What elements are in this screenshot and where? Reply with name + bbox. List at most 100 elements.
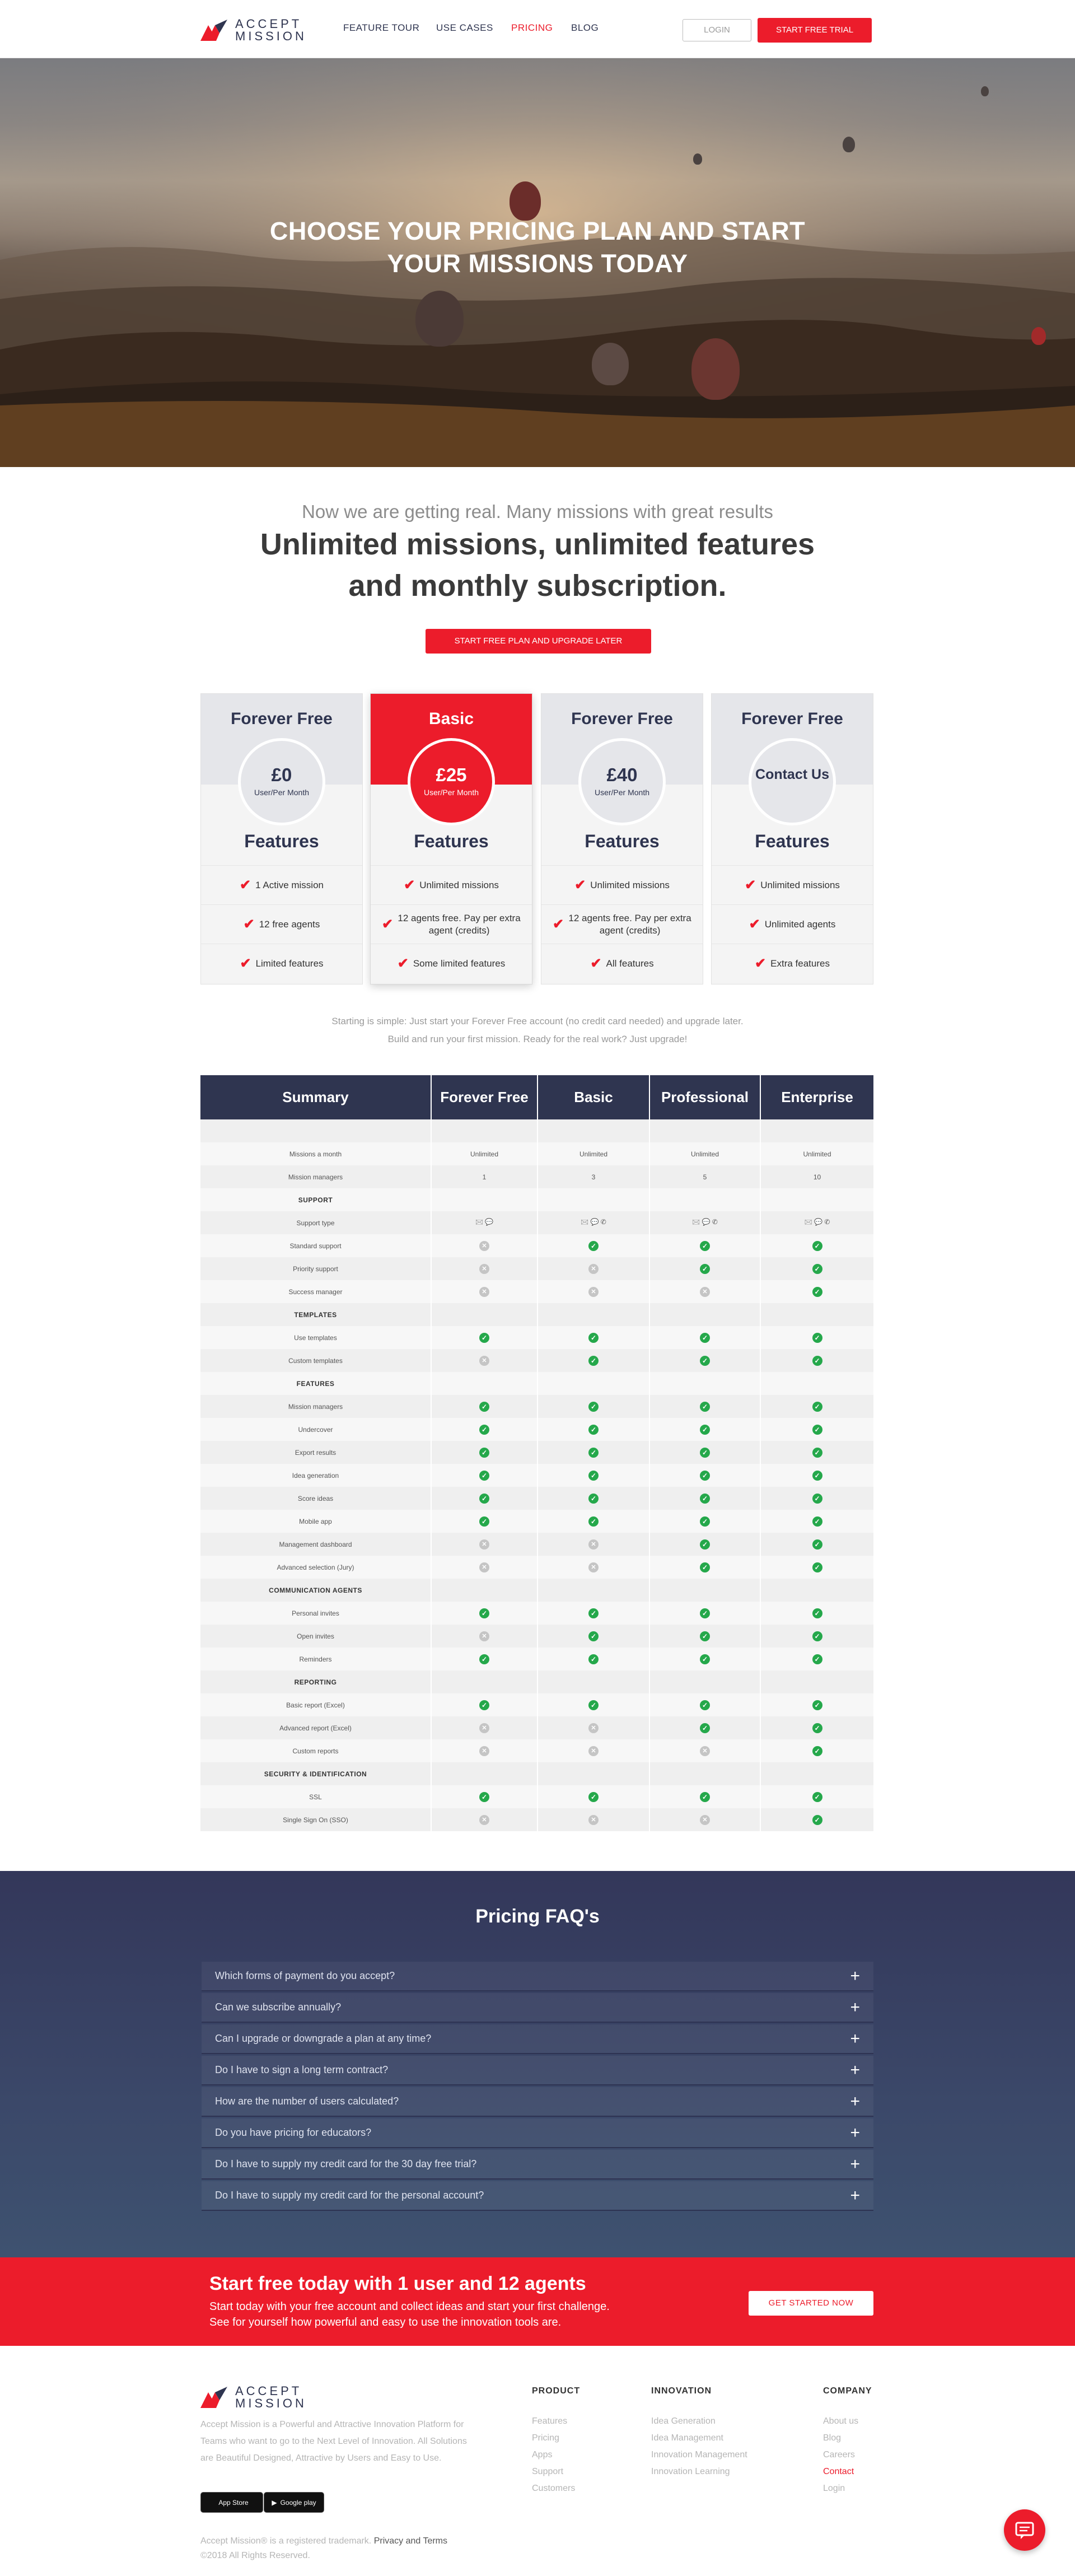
check-circle-icon: ✓ [700, 1608, 710, 1618]
table-cell: ✕ [431, 1280, 538, 1303]
start-free-trial-button[interactable]: START FREE TRIAL [758, 18, 872, 43]
footer-link[interactable]: Innovation Management [651, 2450, 747, 2460]
footer-link[interactable]: Apps [532, 2450, 552, 2460]
footer-link[interactable]: Careers [823, 2450, 855, 2460]
table-cell: ✕ [431, 1234, 538, 1257]
table-row-label: Management dashboard [200, 1533, 432, 1556]
footer-link[interactable]: About us [823, 2416, 858, 2426]
nav-feature-tour[interactable]: FEATURE TOUR [343, 22, 419, 34]
check-circle-icon: ✓ [588, 1654, 599, 1664]
nav-pricing[interactable]: PRICING [511, 22, 553, 34]
table-cell: ✓ [760, 1533, 873, 1556]
check-circle-icon: ✓ [812, 1447, 822, 1458]
plan-card-professional: Forever Free £40 User/Per Month Features… [541, 693, 703, 984]
table-cell [649, 1188, 761, 1211]
table-cell: ✓ [538, 1510, 650, 1533]
footer-link[interactable]: Features [532, 2416, 567, 2426]
table-cell [431, 1188, 538, 1211]
footer-link[interactable]: Idea Management [651, 2433, 723, 2443]
login-button[interactable]: LOGIN [683, 19, 751, 41]
footer-logo[interactable]: ACCEPT MISSION [200, 2385, 307, 2410]
table-cell: ✓ [649, 1556, 761, 1579]
privacy-terms-link[interactable]: Privacy and Terms [374, 2536, 447, 2546]
table-header-professional: Professional [649, 1075, 761, 1119]
faq-item[interactable]: Do I have to supply my credit card for t… [202, 2150, 873, 2180]
faq-item[interactable]: Can we subscribe annually? + [202, 1993, 873, 2023]
faq-item[interactable]: How are the number of users calculated? + [202, 2087, 873, 2117]
table-row: Undercover ✓ ✓ ✓ ✓ [200, 1418, 873, 1441]
table-row: Support type 🖂 💬 🖂 💬 ✆ 🖂 💬 ✆ 🖂 💬 ✆ [200, 1211, 873, 1234]
logo[interactable]: ACCEPT MISSION [200, 18, 307, 43]
table-cell: ✓ [760, 1648, 873, 1670]
plan-name: Forever Free [231, 710, 333, 728]
table-row: Success manager ✕ ✕ ✕ ✓ [200, 1280, 873, 1303]
check-circle-icon: ✓ [812, 1286, 822, 1297]
footer-link[interactable]: Customers [532, 2484, 575, 2494]
logo-line2: MISSION [235, 2396, 307, 2410]
footer-link[interactable]: Login [823, 2484, 845, 2494]
table-row: Open invites ✕ ✓ ✓ ✓ [200, 1625, 873, 1648]
nav-use-cases[interactable]: USE CASES [436, 22, 493, 34]
table-row: Export results ✓ ✓ ✓ ✓ [200, 1441, 873, 1464]
check-circle-icon: ✓ [700, 1332, 710, 1343]
table-cell: ✕ [538, 1716, 650, 1739]
check-circle-icon: ✓ [812, 1562, 822, 1572]
plan-contact-us[interactable]: Contact Us [751, 766, 833, 783]
faq-item[interactable]: Do I have to sign a long term contract? + [202, 2056, 873, 2085]
table-row-label [200, 1119, 432, 1142]
table-row: SSL ✓ ✓ ✓ ✓ [200, 1785, 873, 1808]
check-circle-icon: ✓ [588, 1332, 599, 1343]
balloon-image [592, 343, 629, 385]
table-row: Management dashboard ✕ ✕ ✓ ✓ [200, 1533, 873, 1556]
footer-link[interactable]: Innovation Learning [651, 2467, 730, 2477]
table-row: Score ideas ✓ ✓ ✓ ✓ [200, 1487, 873, 1510]
check-circle-icon: ✓ [588, 1493, 599, 1504]
plans-note-line2: Build and run your first mission. Ready … [387, 1034, 688, 1044]
footer-link[interactable]: Support [532, 2467, 563, 2477]
table-cell: ✕ [538, 1739, 650, 1762]
get-started-button[interactable]: GET STARTED NOW [749, 2291, 873, 2316]
chat-icon[interactable] [1004, 2509, 1045, 2551]
check-circle-icon: ✓ [700, 1791, 710, 1802]
table-cell: ✓ [649, 1234, 761, 1257]
table-cell [431, 1762, 538, 1785]
table-row: Advanced selection (Jury) ✕ ✕ ✓ ✓ [200, 1556, 873, 1579]
table-cell: ✓ [538, 1625, 650, 1648]
table-section-row: SECURITY & IDENTIFICATION [200, 1762, 873, 1785]
plan-price: £40 [606, 764, 638, 785]
table-cell: ✕ [538, 1533, 650, 1556]
table-cell: 🖂 💬 ✆ [760, 1211, 873, 1234]
table-cell: ✓ [431, 1441, 538, 1464]
table-cell [760, 1188, 873, 1211]
start-free-plan-button[interactable]: START FREE PLAN AND UPGRADE LATER [426, 629, 651, 654]
plan-card-forever-free: Forever Free £0 User/Per Month Features … [200, 693, 363, 984]
faq-item[interactable]: Do you have pricing for educators? + [202, 2118, 873, 2148]
footer-link[interactable]: Pricing [532, 2433, 559, 2443]
plan-card-basic: Basic £25 User/Per Month Features ✔ Unlim… [370, 693, 532, 984]
footer-link[interactable]: Blog [823, 2433, 841, 2443]
faq-item[interactable]: Do I have to supply my credit card for t… [202, 2181, 873, 2211]
footer-link-contact[interactable]: Contact [823, 2467, 854, 2477]
table-cell [760, 1762, 873, 1785]
faq-item[interactable]: Which forms of payment do you accept? + [202, 1962, 873, 1991]
footer-link[interactable]: Idea Generation [651, 2416, 716, 2426]
google-play-badge[interactable]: ▶ Google play [264, 2492, 324, 2513]
plus-icon: + [850, 2123, 860, 2142]
table-row-label: Custom reports [200, 1739, 432, 1762]
hero-title-line1: CHOOSE YOUR PRICING PLAN AND START [269, 217, 806, 245]
table-row: Personal invites ✓ ✓ ✓ ✓ [200, 1602, 873, 1625]
table-row-label: Support type [200, 1211, 432, 1234]
table-cell: 🖂 💬 ✆ [649, 1211, 761, 1234]
table-cell: ✓ [649, 1418, 761, 1441]
cross-circle-icon: ✕ [479, 1240, 489, 1251]
plan-feature-item: ✔ 12 agents free. Pay per extra agent (cr… [371, 904, 532, 944]
table-cell: Unlimited [431, 1142, 538, 1165]
cross-circle-icon: ✕ [588, 1286, 599, 1297]
table-cell: ✓ [649, 1326, 761, 1349]
table-cell: Unlimited [538, 1142, 650, 1165]
faq-item[interactable]: Can I upgrade or downgrade a plan at any… [202, 2024, 873, 2054]
check-circle-icon: ✓ [479, 1700, 489, 1710]
table-row: Mission managers ✓ ✓ ✓ ✓ [200, 1395, 873, 1418]
app-store-badge[interactable]: App Store [200, 2492, 263, 2513]
nav-blog[interactable]: BLOG [571, 22, 599, 34]
